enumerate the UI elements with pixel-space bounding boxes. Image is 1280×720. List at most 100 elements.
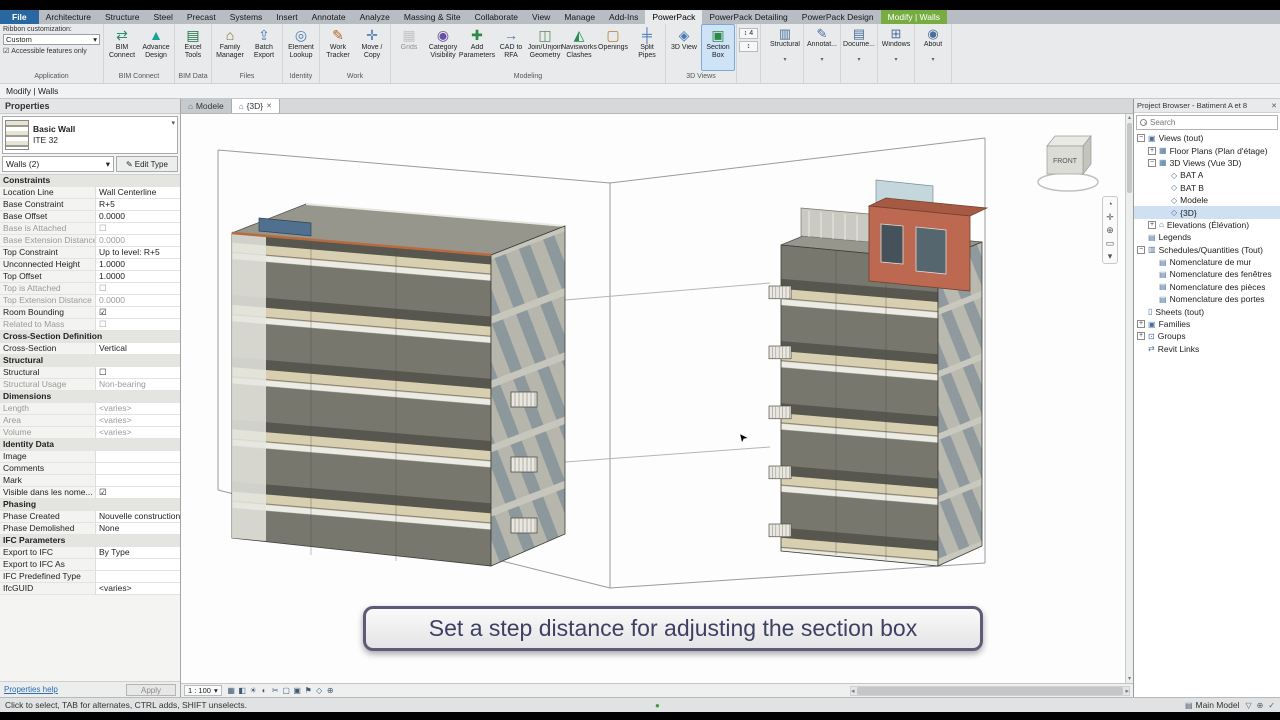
view-tab[interactable]: ⌂ {3D} ✕ — [231, 99, 280, 113]
view-scale-control[interactable]: 1 : 100 ▾ — [184, 685, 222, 696]
design-option-control[interactable]: ▤ Main Model — [1185, 700, 1240, 710]
view-control-icon[interactable]: ✂ — [270, 686, 281, 695]
apply-button[interactable]: Apply — [125, 683, 176, 696]
navigation-tool-icon[interactable]: ▭ — [1106, 238, 1115, 248]
ribbon-tab[interactable]: Add-Ins — [602, 10, 645, 24]
view-control-icon[interactable]: ◇ — [314, 686, 325, 695]
property-value[interactable]: <varies> — [96, 415, 180, 426]
property-value[interactable] — [96, 451, 180, 462]
tree-item[interactable]: + ⌂ Elevations (Élévation) — [1134, 219, 1280, 231]
ribbon-tab[interactable]: PowerPack Design — [795, 10, 881, 24]
ribbon-tab[interactable]: PowerPack — [645, 10, 703, 24]
tree-item[interactable]: ▤ Nomenclature de mur — [1134, 256, 1280, 268]
tree-expander-icon[interactable]: − — [1148, 158, 1156, 167]
ribbon-group-label[interactable]: BIM Data — [176, 71, 210, 83]
property-value[interactable]: None — [96, 523, 180, 534]
viewcube[interactable]: FRONT — [1033, 130, 1103, 194]
tree-expander-icon[interactable]: − — [1137, 134, 1145, 143]
ribbon-button[interactable]: ✛ Move / Copy — [355, 24, 389, 71]
property-value[interactable]: Vertical — [96, 343, 180, 354]
ribbon-panel-button[interactable]: ✎ Annotat... ▾ — [804, 24, 841, 83]
status-icon[interactable]: ✓ — [1268, 701, 1275, 710]
type-selector[interactable]: Basic Wall ITE 32 ▾ — [2, 116, 178, 154]
property-value[interactable]: ☐ — [96, 367, 180, 378]
view-control-icon[interactable]: ▣ — [292, 686, 303, 695]
ribbon-button[interactable]: ✚ Add Parameters — [459, 24, 495, 71]
ribbon-button[interactable]: ▢ Openings — [596, 24, 630, 71]
tree-item[interactable]: ▯ Sheets (tout) — [1134, 305, 1280, 317]
property-value[interactable]: Non-bearing — [96, 379, 180, 390]
view-control-icon[interactable]: ⚑ — [303, 686, 314, 695]
property-value[interactable]: ☑ — [96, 487, 180, 498]
close-icon[interactable]: ✕ — [266, 102, 272, 110]
navigation-tool-icon[interactable]: ✛ — [1106, 212, 1114, 222]
ribbon-panel-button[interactable]: ▥ Structural ▾ — [767, 24, 804, 83]
ribbon-tab[interactable]: Annotate — [305, 10, 353, 24]
ribbon-tab[interactable]: View — [525, 10, 557, 24]
properties-help-link[interactable]: Properties help — [4, 685, 58, 694]
property-value[interactable]: ☐ — [96, 283, 180, 294]
tree-expander-icon[interactable] — [1148, 283, 1156, 291]
ribbon-button[interactable]: ⇄ BIM Connect — [105, 24, 139, 71]
tree-expander-icon[interactable] — [1148, 258, 1156, 266]
ribbon-button[interactable]: ╪ Split Pipes — [630, 24, 664, 71]
ribbon-panel-button[interactable]: ▤ Docume... ▾ — [841, 24, 878, 83]
status-icon[interactable]: ⊕ — [1257, 701, 1264, 710]
ribbon-button[interactable]: ◭ Navisworks Clashes — [561, 24, 597, 71]
ribbon-group-label[interactable]: Work — [321, 71, 389, 83]
close-icon[interactable]: ✕ — [1271, 102, 1277, 110]
selection-filter-dropdown[interactable]: Walls (2) ▾ — [2, 156, 114, 172]
ribbon-button[interactable]: ⇪ Batch Export — [247, 24, 281, 71]
tree-item[interactable]: ▤ Legends — [1134, 231, 1280, 243]
tree-expander-icon[interactable] — [1137, 233, 1145, 241]
ribbon-button[interactable]: ▤ Excel Tools — [176, 24, 210, 71]
tree-item[interactable]: − ▦ 3D Views (Vue 3D) — [1134, 157, 1280, 169]
navigation-tool-icon[interactable]: ◔ — [1107, 199, 1112, 209]
tree-expander-icon[interactable]: + — [1148, 146, 1156, 155]
view-control-icon[interactable]: ▢ — [281, 686, 292, 695]
tree-item[interactable]: ◇ Modele — [1134, 194, 1280, 206]
property-value[interactable]: <varies> — [96, 583, 180, 594]
tree-item[interactable]: + ▣ Families — [1134, 318, 1280, 330]
worksharing-icon[interactable]: ● — [655, 701, 660, 710]
tree-expander-icon[interactable] — [1160, 196, 1168, 204]
tree-expander-icon[interactable]: − — [1137, 245, 1145, 254]
view-control-icon[interactable]: ◐ — [259, 686, 270, 695]
property-value[interactable] — [96, 559, 180, 570]
ribbon-tab[interactable]: PowerPack Detailing — [702, 10, 794, 24]
ribbon-tab[interactable]: Systems — [223, 10, 270, 24]
section-box-step-up[interactable]: ↕ 4 — [739, 28, 758, 39]
tree-item[interactable]: ◇ {3D} — [1134, 206, 1280, 219]
property-value[interactable]: ☑ — [96, 307, 180, 318]
ribbon-button[interactable]: ▲ Advance Design — [139, 24, 173, 71]
ribbon-button[interactable]: ▣ Section Box — [701, 24, 735, 71]
view-control-icon[interactable]: ⊕ — [325, 686, 336, 695]
ribbon-group-label[interactable]: Files — [213, 71, 281, 83]
tree-expander-icon[interactable] — [1148, 270, 1156, 278]
ribbon-group-label[interactable]: Modeling — [392, 71, 664, 83]
ribbon-tab[interactable]: Precast — [180, 10, 223, 24]
property-value[interactable]: Wall Centerline — [96, 187, 180, 198]
ribbon-group-label[interactable]: 3D Views — [667, 71, 735, 83]
browser-search-box[interactable] — [1136, 115, 1278, 130]
property-value[interactable] — [96, 463, 180, 474]
tree-expander-icon[interactable] — [1137, 345, 1145, 353]
scrollbar-thumb[interactable] — [1127, 123, 1132, 193]
ribbon-button[interactable]: ◉ Category Visibility — [426, 24, 460, 71]
navigation-tool-icon[interactable]: ▾ — [1108, 251, 1113, 261]
ribbon-button[interactable]: ✎ Work Tracker — [321, 24, 355, 71]
view-control-icon[interactable]: ▦ — [226, 686, 237, 695]
scroll-right-icon[interactable]: ▸ — [1125, 687, 1129, 695]
tree-expander-icon[interactable] — [1160, 184, 1168, 192]
section-box-step-down[interactable]: ↕ — [739, 41, 758, 52]
scrollbar-thumb[interactable] — [856, 686, 1124, 695]
ribbon-button[interactable]: ◎ Element Lookup — [284, 24, 318, 71]
search-input[interactable] — [1150, 118, 1274, 127]
ribbon-button[interactable]: ◈ 3D View — [667, 24, 701, 71]
tree-item[interactable]: ◇ BAT A — [1134, 169, 1280, 181]
model-canvas[interactable]: FRONT ◔ ✛ ⊕ ▭ ▾ — [181, 114, 1125, 683]
tree-expander-icon[interactable]: + — [1137, 332, 1145, 341]
ribbon-button[interactable]: ▦ Grids — [392, 24, 426, 71]
tree-item[interactable]: ▤ Nomenclature des fenêtres — [1134, 268, 1280, 280]
property-value[interactable]: 0.0000 — [96, 235, 180, 246]
